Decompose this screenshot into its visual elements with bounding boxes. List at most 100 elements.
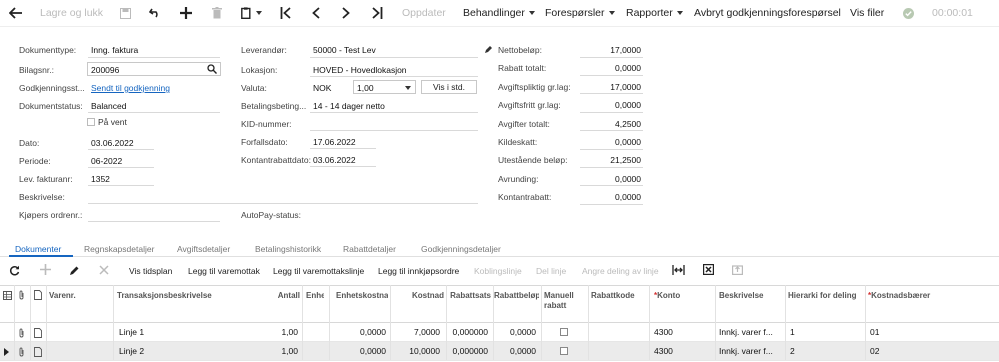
cell-description[interactable]: Linje 2 — [119, 346, 239, 356]
tab-tax-details[interactable]: Avgiftsdetaljer — [177, 244, 230, 254]
cell-cost[interactable]: 10,0000 — [388, 346, 440, 356]
cell-allocation[interactable]: 1 — [790, 327, 820, 337]
supplier-invoice-value[interactable]: 1352 — [91, 174, 110, 184]
delete-row-icon[interactable] — [99, 265, 109, 275]
edit-icon[interactable] — [69, 265, 80, 276]
add-purchase-order-button[interactable]: Legg til innkjøpsordre — [378, 266, 459, 276]
upload-icon[interactable] — [732, 264, 743, 275]
divider — [88, 112, 220, 113]
cell-account[interactable]: 4300 — [654, 346, 709, 356]
divider — [310, 166, 376, 167]
table-row[interactable]: Linje 1 1,00 0,0000 7,0000 0,000000 0,0000 430… — [0, 327, 999, 341]
col-account-header[interactable]: *Konto — [654, 291, 714, 300]
total-value: 21,2500 — [610, 155, 641, 166]
col-line-description-header[interactable]: Beskrivelse — [719, 291, 785, 300]
cell-discount-amount[interactable]: 0,0000 — [488, 346, 536, 356]
save-close-button[interactable]: Lagre og lukk — [40, 7, 103, 19]
table-row[interactable]: Linje 2 1,00 0,0000 10,0000 0,000000 0,0000 43… — [0, 346, 999, 360]
reports-menu[interactable]: Rapporter — [626, 7, 683, 19]
col-discount-amount-header[interactable]: Rabattbeløp — [494, 291, 539, 300]
total-value: 0,0000 — [615, 173, 641, 184]
cell-cost-bearer[interactable]: 01 — [870, 327, 910, 337]
last-record-icon[interactable] — [369, 5, 385, 21]
cell-quantity[interactable]: 1,00 — [248, 346, 298, 356]
col-discount-pct-header[interactable]: Rabattsats — [446, 291, 491, 300]
cell-description[interactable]: Linje 1 — [119, 327, 239, 337]
previous-record-icon[interactable] — [308, 5, 324, 21]
cell-account[interactable]: 4300 — [654, 327, 709, 337]
col-quantity-header[interactable]: Antall — [250, 291, 300, 300]
col-discount-code-header[interactable]: Rabattkode — [591, 291, 647, 300]
cancel-approval-button[interactable]: Avbryt godkjenningsforespørsel — [694, 7, 841, 19]
tab-documents[interactable]: Dokumenter — [15, 244, 61, 254]
doc-type-value[interactable]: Inng. faktura — [91, 45, 138, 55]
cell-discount-pct[interactable]: 0,000000 — [440, 327, 488, 337]
tab-discount-details[interactable]: Rabattdetaljer — [343, 244, 396, 254]
add-row-icon[interactable] — [40, 264, 51, 275]
supplier-value[interactable]: 50000 - Test Lev — [313, 45, 376, 55]
cell-allocation[interactable]: 2 — [790, 346, 820, 356]
export-excel-icon[interactable] — [703, 264, 714, 275]
edit-pencil-icon[interactable] — [484, 45, 493, 54]
rate-select[interactable]: 1,00 — [353, 80, 416, 94]
due-date-value[interactable]: 17.06.2022 — [313, 137, 356, 147]
manual-discount-checkbox[interactable] — [560, 346, 568, 355]
show-std-button[interactable]: Vis i std. — [421, 80, 477, 94]
undo-icon[interactable] — [147, 5, 163, 21]
back-arrow-icon[interactable] — [8, 5, 24, 21]
add-icon[interactable] — [178, 5, 194, 21]
cell-unit-cost[interactable]: 0,0000 — [334, 346, 386, 356]
undo-split-button[interactable]: Angre deling av linje — [582, 266, 659, 276]
note-icon[interactable] — [34, 328, 42, 338]
col-cost-header[interactable]: Kostnad — [392, 291, 444, 300]
cell-discount-pct[interactable]: 0,000000 — [440, 346, 488, 356]
cash-discount-date-value[interactable]: 03.06.2022 — [313, 155, 356, 165]
tab-accounting-details[interactable]: Regnskapsdetaljer — [84, 244, 154, 254]
approval-status-link[interactable]: Sendt til godkjenning — [91, 83, 170, 93]
cell-cost[interactable]: 7,0000 — [388, 327, 440, 337]
voucher-input[interactable]: 200096 — [87, 62, 221, 76]
col-manual-discount-header[interactable]: Manuell rabatt — [544, 291, 586, 311]
show-schedule-button[interactable]: Vis tidsplan — [129, 266, 172, 276]
fit-columns-icon[interactable] — [672, 265, 685, 275]
col-uom-header[interactable]: Enhet — [306, 291, 324, 300]
refresh-icon[interactable] — [9, 265, 20, 276]
link-line-button[interactable]: Koblingslinje — [474, 266, 522, 276]
payment-terms-value[interactable]: 14 - 14 dager netto — [313, 101, 385, 111]
add-receipt-line-button[interactable]: Legg til varemottakslinje — [273, 266, 364, 276]
split-line-button[interactable]: Del linje — [536, 266, 566, 276]
cell-quantity[interactable]: 1,00 — [248, 327, 298, 337]
cell-cost-bearer[interactable]: 02 — [870, 346, 910, 356]
save-icon[interactable] — [117, 5, 133, 21]
attachment-icon[interactable] — [18, 328, 25, 338]
delete-icon[interactable] — [209, 5, 225, 21]
col-item-header[interactable]: Varenr. — [49, 291, 113, 300]
copy-paste-dropdown[interactable] — [238, 5, 264, 21]
grid-settings-icon[interactable] — [3, 291, 12, 300]
col-allocation-hierarchy-header[interactable]: Hierarki for deling — [788, 291, 860, 301]
cell-line-description[interactable]: Innkj. varer f... — [719, 327, 783, 337]
tab-approval-details[interactable]: Godkjenningsdetaljer — [421, 244, 501, 254]
col-unit-cost-header[interactable]: Enhetskostnad — [336, 291, 388, 300]
cell-line-description[interactable]: Innkj. varer f... — [719, 346, 783, 356]
col-cost-bearer-header[interactable]: *Kostnadsbærer — [868, 291, 948, 300]
note-icon[interactable] — [34, 346, 42, 357]
update-button[interactable]: Oppdater — [402, 7, 446, 19]
date-value[interactable]: 03.06.2022 — [91, 138, 134, 148]
cell-unit-cost[interactable]: 0,0000 — [334, 327, 386, 337]
on-hold-checkbox[interactable] — [87, 118, 95, 126]
add-receipt-button[interactable]: Legg til varemottak — [188, 266, 260, 276]
first-record-icon[interactable] — [277, 5, 293, 21]
tab-payment-history[interactable]: Betalingshistorikk — [255, 244, 321, 254]
period-value[interactable]: 06-2022 — [91, 156, 122, 166]
cell-discount-amount[interactable]: 0,0000 — [488, 327, 536, 337]
inquiries-menu[interactable]: Forespørsler — [545, 7, 615, 19]
actions-menu[interactable]: Behandlinger — [463, 7, 535, 19]
location-value[interactable]: HOVED - Hovedlokasjon — [313, 65, 407, 75]
manual-discount-checkbox[interactable] — [560, 328, 568, 336]
table-header-border — [0, 322, 999, 323]
attachment-icon[interactable] — [18, 347, 25, 357]
next-record-icon[interactable] — [338, 5, 354, 21]
show-files-button[interactable]: Vis filer — [850, 7, 884, 19]
search-icon[interactable] — [207, 64, 217, 74]
